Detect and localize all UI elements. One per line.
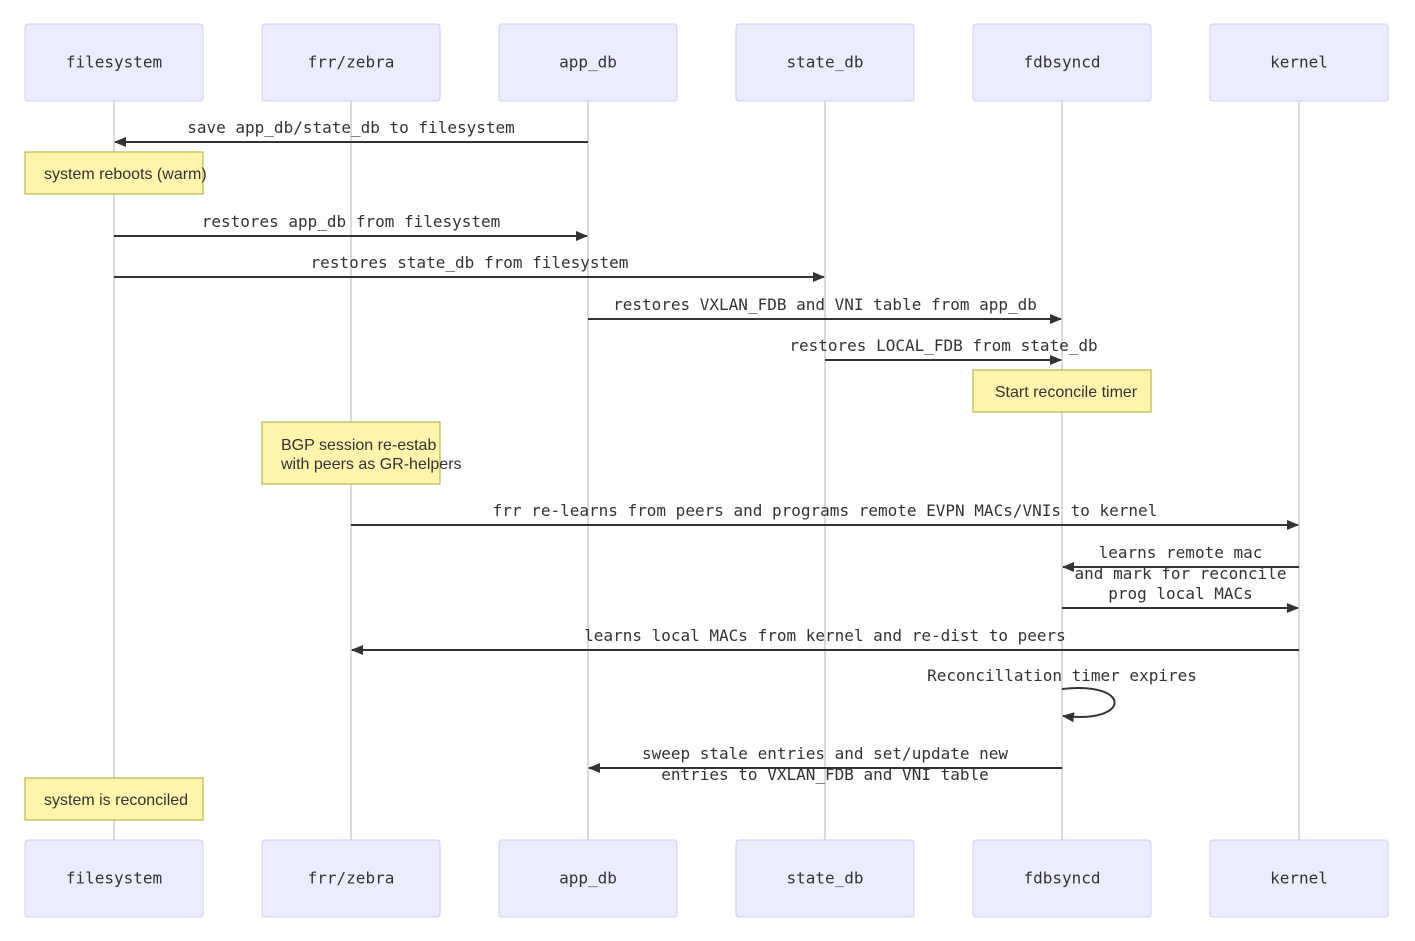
sequence-diagram: filesystem frr/zebra app_db state_db fdbsync…	[24, 23, 1389, 918]
actor-frr-bottom[interactable]: frr/zebra	[261, 839, 441, 918]
actor-label: kernel	[1270, 869, 1328, 888]
actor-kernel-bottom[interactable]: kernel	[1209, 839, 1389, 918]
note-text: system is reconciled	[44, 792, 188, 809]
message-label: entries to VXLAN_FDB and VNI table	[661, 765, 989, 784]
actor-fdbsyncd-top[interactable]: fdbsyncd	[972, 23, 1152, 102]
actor-label: app_db	[559, 869, 617, 888]
actor-label: state_db	[786, 53, 863, 72]
actor-state_db-bottom[interactable]: state_db	[735, 839, 915, 918]
actor-label: frr/zebra	[308, 869, 395, 888]
actor-label: fdbsyncd	[1023, 869, 1100, 888]
actor-fdbsyncd-bottom[interactable]: fdbsyncd	[972, 839, 1152, 918]
message-label: learns remote mac	[1099, 543, 1263, 562]
actor-filesystem-bottom[interactable]: filesystem	[24, 839, 204, 918]
message-3: restores state_db from filesystem	[114, 253, 825, 282]
message-label: restores LOCAL_FDB from state_db	[789, 336, 1097, 355]
message-label: restores VXLAN_FDB and VNI table from ap…	[613, 295, 1037, 314]
message-label: Reconcillation timer expires	[927, 666, 1197, 685]
message-label: restores app_db from filesystem	[202, 212, 501, 231]
actor-filesystem-top[interactable]: filesystem	[24, 23, 204, 102]
events: save app_db/state_db to filesystem system…	[24, 118, 1299, 821]
actor-label: filesystem	[66, 869, 162, 888]
actor-app_db-top[interactable]: app_db	[498, 23, 678, 102]
message-5: restores LOCAL_FDB from state_db	[789, 336, 1098, 365]
actor-label: filesystem	[66, 53, 162, 72]
message-9: learns remote mac and mark for reconcile	[1062, 543, 1299, 583]
message-label: restores state_db from filesystem	[311, 253, 629, 272]
message-label: save app_db/state_db to filesystem	[187, 118, 515, 137]
actor-label: state_db	[786, 869, 863, 888]
actor-app_db-bottom[interactable]: app_db	[498, 839, 678, 918]
message-label: prog local MACs	[1108, 584, 1253, 603]
note-text: Start reconcile timer	[995, 384, 1138, 401]
actor-label: frr/zebra	[308, 53, 395, 72]
actor-frr-top[interactable]: frr/zebra	[261, 23, 441, 102]
message-label: sweep stale entries and set/update new	[642, 744, 1008, 763]
note-6: Start reconcile timer	[972, 369, 1152, 413]
actor-label: fdbsyncd	[1023, 53, 1100, 72]
note-text: system reboots (warm)	[44, 166, 207, 183]
actor-label: kernel	[1270, 53, 1328, 72]
actor-state_db-top[interactable]: state_db	[735, 23, 915, 102]
actor-label: app_db	[559, 53, 617, 72]
actor-kernel-top[interactable]: kernel	[1209, 23, 1389, 102]
message-label: and mark for reconcile	[1075, 564, 1287, 583]
note-7: BGP session re-estab with peers as GR-hel…	[261, 421, 462, 485]
message-10: prog local MACs	[1062, 584, 1299, 613]
note-text: with peers as GR-helpers	[280, 456, 462, 473]
self-message-arrow	[1061, 687, 1116, 723]
actors-bottom: filesystem frr/zebra app_db state_db fdbsync…	[24, 839, 1389, 918]
note-14: system is reconciled	[24, 777, 204, 821]
message-label: learns local MACs from kernel and re-dis…	[584, 626, 1066, 645]
actors-top: filesystem frr/zebra app_db state_db fdbsync…	[24, 23, 1389, 102]
note-1: system reboots (warm)	[24, 151, 207, 195]
note-text: BGP session re-estab	[281, 437, 436, 454]
message-label: frr re-learns from peers and programs re…	[493, 501, 1158, 520]
